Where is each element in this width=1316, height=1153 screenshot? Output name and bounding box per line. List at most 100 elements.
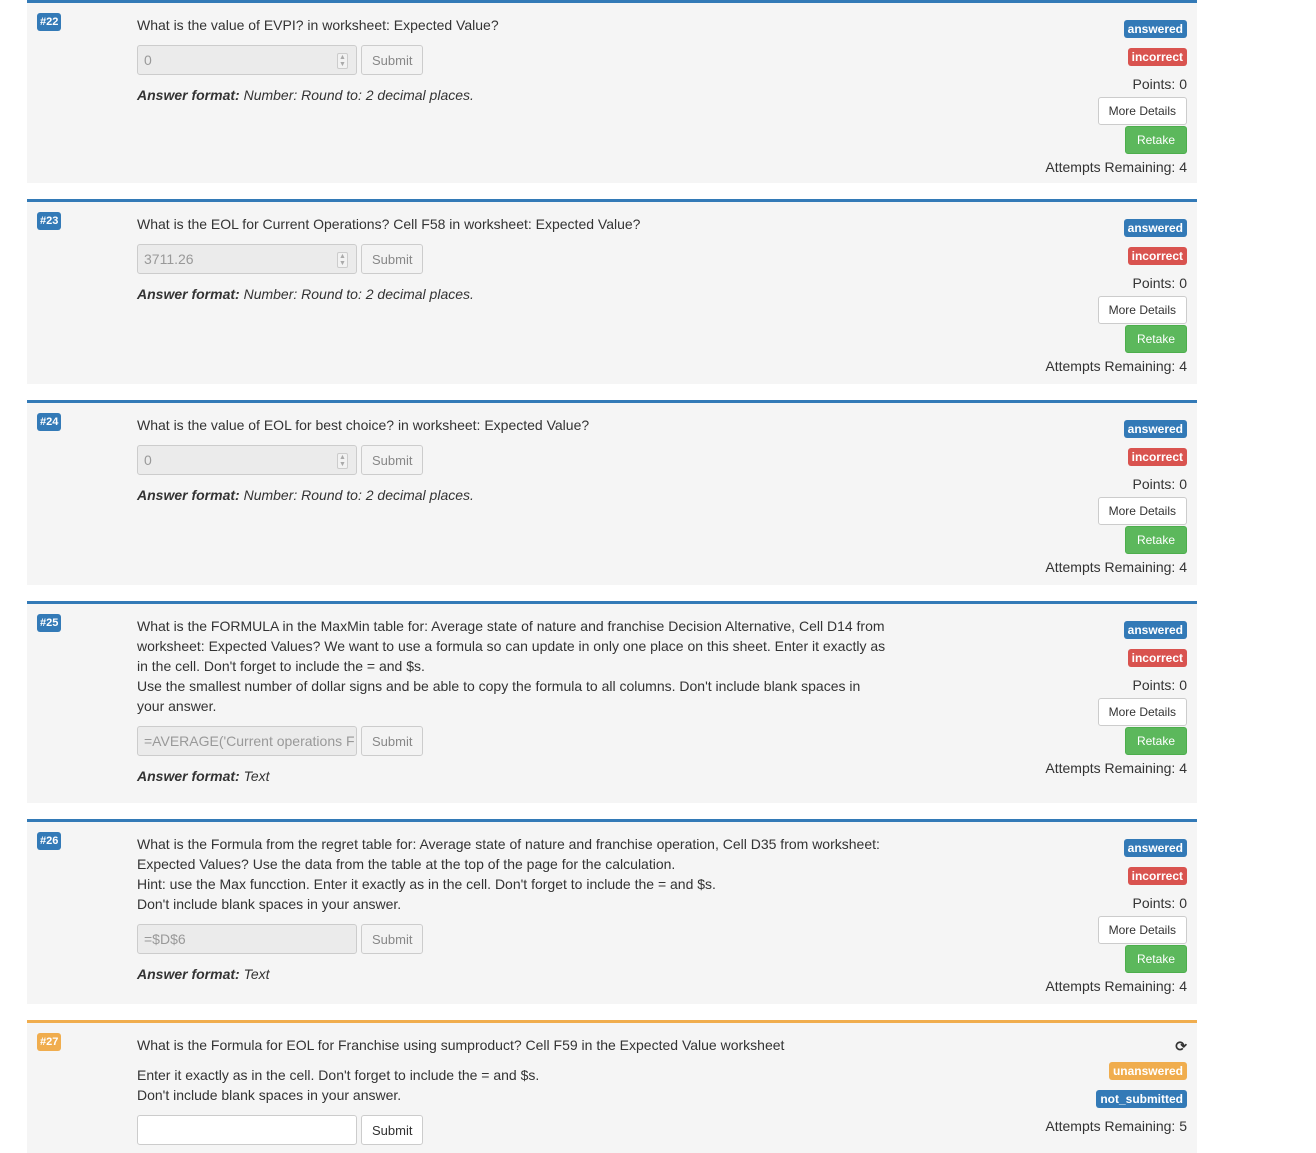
question-text: What is the FORMULA in the MaxMin table … (137, 616, 887, 716)
attempts-remaining: Attempts Remaining: 4 (1045, 159, 1187, 175)
answer-format-value: Number: Round to: 2 decimal places. (243, 286, 474, 302)
answer-format-value: Number: Round to: 2 decimal places. (243, 87, 474, 103)
submit-button[interactable]: Submit (361, 45, 424, 75)
question-paragraph: What is the value of EVPI? in worksheet:… (137, 17, 499, 33)
answer-format-label: Answer format: (137, 286, 240, 302)
attempts-remaining: Attempts Remaining: 4 (1045, 760, 1187, 776)
question-number-badge: #25 (37, 614, 62, 632)
question-card-22: #22 What is the value of EVPI? in worksh… (27, 0, 1197, 183)
question-status-panel: answered incorrect Points: 0 More Detail… (1045, 834, 1187, 999)
answer-format-value: Number: Round to: 2 decimal places. (243, 487, 474, 503)
question-body: What is the FORMULA in the MaxMin table … (137, 616, 887, 784)
incorrect-badge: incorrect (1127, 649, 1187, 667)
more-details-button[interactable]: More Details (1097, 97, 1187, 125)
retake-button[interactable]: Retake (1124, 727, 1187, 755)
submit-button[interactable]: Submit (361, 924, 424, 954)
question-paragraph: What is the EOL for Current Operations? … (137, 216, 641, 232)
incorrect-badge: incorrect (1127, 448, 1187, 466)
more-details-button[interactable]: More Details (1097, 296, 1187, 324)
question-paragraph: Don't include blank spaces in your answe… (137, 1087, 402, 1103)
retake-button[interactable]: Retake (1124, 325, 1187, 353)
question-number-badge: #24 (37, 413, 62, 431)
question-status-panel: answered incorrect Points: 0 More Detail… (1045, 616, 1187, 781)
question-status-panel: answered incorrect Points: 0 More Detail… (1045, 214, 1187, 379)
more-details-button[interactable]: More Details (1097, 698, 1187, 726)
answer-input[interactable]: =AVERAGE('Current operations F (137, 726, 357, 756)
question-status-panel: answered incorrect Points: 0 More Detail… (1045, 15, 1187, 180)
question-paragraph: What is the value of EOL for best choice… (137, 417, 590, 433)
retake-button[interactable]: Retake (1124, 945, 1187, 973)
question-body: What is the Formula for EOL for Franchis… (137, 1035, 887, 1145)
answer-input[interactable]: 0 ▲ ▼ (137, 445, 357, 475)
question-number-badge: #27 (37, 1033, 62, 1051)
submit-button[interactable]: Submit (361, 1115, 424, 1145)
answer-input[interactable] (137, 1115, 357, 1145)
question-paragraph: What is the FORMULA in the MaxMin table … (137, 618, 886, 674)
incorrect-badge: incorrect (1127, 867, 1187, 885)
answer-value: =$D$6 (144, 931, 186, 947)
question-body: What is the value of EOL for best choice… (137, 415, 887, 503)
question-text: What is the Formula for EOL for Franchis… (137, 1035, 887, 1105)
answer-format: Answer format: Text (137, 768, 887, 784)
answer-row: 3711.26 ▲ ▼ Submit (137, 244, 887, 274)
answer-input[interactable]: 3711.26 ▲ ▼ (137, 244, 357, 274)
retake-button[interactable]: Retake (1124, 526, 1187, 554)
question-body: What is the EOL for Current Operations? … (137, 214, 887, 302)
submit-button[interactable]: Submit (361, 244, 424, 274)
answer-row: Submit (137, 1115, 887, 1145)
answer-format-label: Answer format: (137, 768, 240, 784)
answer-value: 3711.26 (144, 251, 194, 267)
submit-button[interactable]: Submit (361, 445, 424, 475)
question-paragraph: What is the Formula from the regret tabl… (137, 836, 880, 872)
question-text: What is the Formula from the regret tabl… (137, 834, 897, 914)
question-card-24: #24 What is the value of EOL for best ch… (27, 400, 1197, 585)
points-label: Points: 0 (1132, 677, 1187, 693)
points-label: Points: 0 (1132, 895, 1187, 911)
question-paragraph: Enter it exactly as in the cell. Don't f… (137, 1067, 540, 1083)
question-number-badge: #23 (37, 212, 62, 230)
answer-row: 0 ▲ ▼ Submit (137, 445, 887, 475)
unanswered-badge: unanswered (1108, 1062, 1187, 1080)
submit-button[interactable]: Submit (361, 726, 424, 756)
answer-input[interactable]: =$D$6 (137, 924, 357, 954)
attempts-remaining: Attempts Remaining: 4 (1045, 358, 1187, 374)
answer-row: =$D$6 Submit (137, 924, 897, 954)
answer-value: =AVERAGE('Current operations F (144, 733, 355, 749)
answer-format-label: Answer format: (137, 87, 240, 103)
attempts-remaining: Attempts Remaining: 5 (1045, 1118, 1187, 1134)
answer-row: =AVERAGE('Current operations F Submit (137, 726, 887, 756)
number-spinner-icon[interactable]: ▲ ▼ (337, 252, 348, 268)
number-spinner-icon[interactable]: ▲ ▼ (337, 53, 348, 69)
more-details-button[interactable]: More Details (1097, 497, 1187, 525)
refresh-icon[interactable]: ⟳ (1175, 1038, 1187, 1055)
question-text: What is the value of EOL for best choice… (137, 415, 887, 435)
question-number-badge: #22 (37, 13, 62, 31)
answer-format: Answer format: Number: Round to: 2 decim… (137, 87, 887, 103)
answer-row: 0 ▲ ▼ Submit (137, 45, 887, 75)
attempts-remaining: Attempts Remaining: 4 (1045, 559, 1187, 575)
incorrect-badge: incorrect (1127, 48, 1187, 66)
question-body: What is the Formula from the regret tabl… (137, 834, 897, 982)
question-status-panel: answered incorrect Points: 0 More Detail… (1045, 415, 1187, 580)
question-number-badge: #26 (37, 832, 62, 850)
question-card-23: #23 What is the EOL for Current Operatio… (27, 199, 1197, 384)
answer-format: Answer format: Number: Round to: 2 decim… (137, 487, 887, 503)
question-paragraph: Use the smallest number of dollar signs … (137, 678, 861, 714)
retake-button[interactable]: Retake (1124, 126, 1187, 154)
answered-badge: answered (1123, 839, 1187, 857)
question-card-26: #26 What is the Formula from the regret … (27, 819, 1197, 1004)
question-paragraph: Hint: use the Max funcction. Enter it ex… (137, 876, 716, 892)
question-paragraph: What is the Formula for EOL for Franchis… (137, 1037, 785, 1053)
answer-value: 0 (144, 452, 152, 468)
answer-input[interactable]: 0 ▲ ▼ (137, 45, 357, 75)
question-text: What is the value of EVPI? in worksheet:… (137, 15, 887, 35)
question-text: What is the EOL for Current Operations? … (137, 214, 887, 234)
number-spinner-icon[interactable]: ▲ ▼ (337, 453, 348, 469)
answer-value: 0 (144, 52, 152, 68)
answered-badge: answered (1123, 219, 1187, 237)
question-card-27: #27 What is the Formula for EOL for Fran… (27, 1020, 1197, 1153)
more-details-button[interactable]: More Details (1097, 916, 1187, 944)
points-label: Points: 0 (1132, 476, 1187, 492)
answer-format-label: Answer format: (137, 487, 240, 503)
answer-format: Answer format: Text (137, 966, 897, 982)
